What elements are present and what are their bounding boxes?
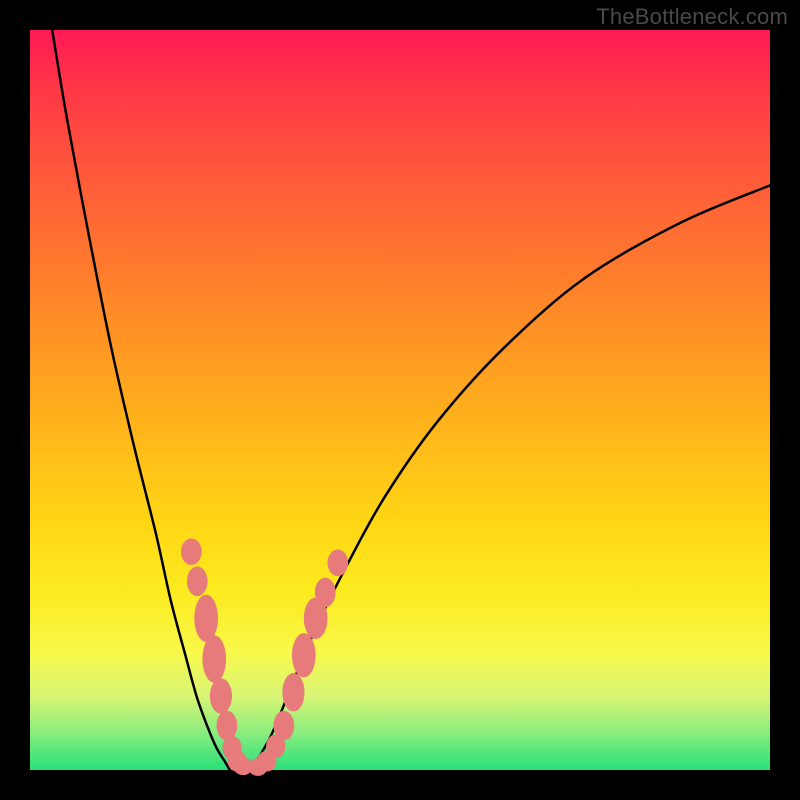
marker-point: [194, 595, 218, 642]
marker-point: [210, 678, 232, 714]
marker-point: [216, 711, 237, 741]
marker-point: [282, 673, 304, 711]
chart-svg: [30, 30, 770, 770]
marker-point: [187, 567, 208, 597]
marker-point: [202, 635, 226, 682]
chart-frame: TheBottleneck.com: [0, 0, 800, 800]
marker-point: [292, 633, 316, 677]
marker-point: [273, 711, 294, 741]
marker-point: [181, 538, 202, 565]
marker-layer: [181, 538, 348, 776]
series-right-curve: [252, 185, 770, 770]
marker-point: [315, 578, 336, 608]
marker-point: [327, 549, 348, 576]
watermark-text: TheBottleneck.com: [596, 4, 788, 30]
curve-layer: [52, 30, 770, 770]
